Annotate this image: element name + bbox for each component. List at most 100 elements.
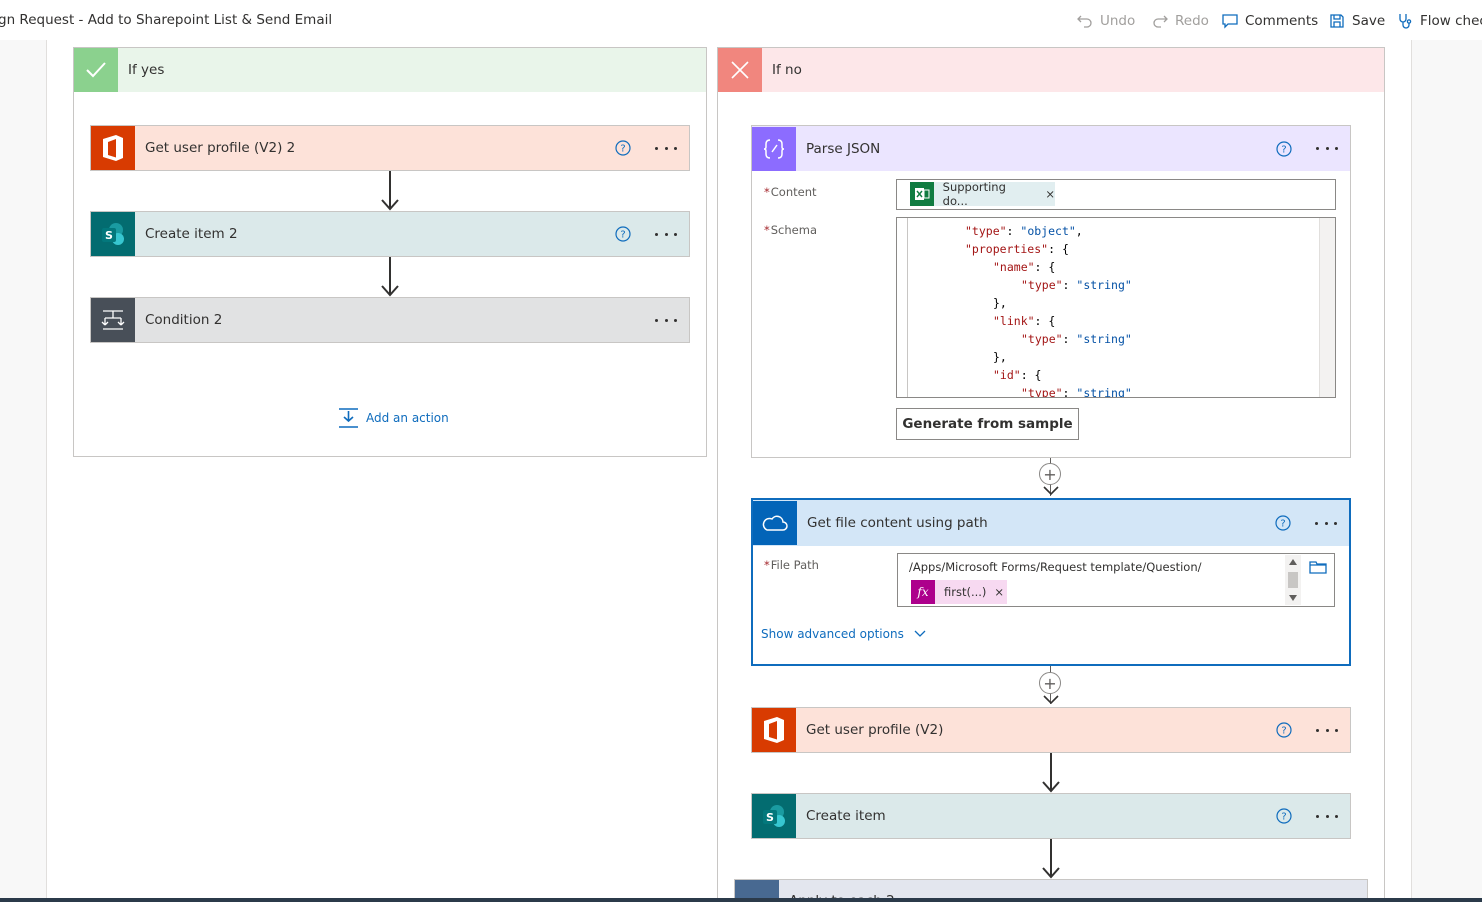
- schema-line: "id": {: [993, 368, 1042, 382]
- expression-token[interactable]: fx first(...) ×: [911, 580, 1007, 604]
- redo-button[interactable]: Redo: [1151, 11, 1209, 31]
- undo-icon: [1077, 15, 1092, 28]
- action-title: Condition 2: [145, 312, 223, 328]
- svg-text:?: ?: [1281, 726, 1286, 737]
- help-icon[interactable]: ?: [1276, 808, 1292, 824]
- schema-editor[interactable]: "type": "object", "properties": { "name": …: [896, 217, 1336, 398]
- save-button[interactable]: Save: [1328, 11, 1385, 31]
- action-title: Create item: [806, 808, 886, 824]
- sharepoint-icon: S: [752, 794, 796, 838]
- add-action-button[interactable]: Add an action: [338, 407, 449, 429]
- show-advanced-label: Show advanced options: [761, 627, 904, 641]
- schema-line: "properties": {: [965, 242, 1069, 256]
- content-label: *Content: [764, 185, 817, 199]
- excel-icon: [910, 182, 934, 206]
- more-options-icon[interactable]: [655, 140, 677, 156]
- insert-step-icon[interactable]: +: [1039, 463, 1061, 485]
- file-path-value: /Apps/Microsoft Forms/Request template/Q…: [909, 560, 1202, 574]
- help-icon[interactable]: ?: [1275, 515, 1291, 531]
- file-path-input[interactable]: /Apps/Microsoft Forms/Request template/Q…: [897, 553, 1335, 607]
- connector-arrow: [381, 171, 399, 211]
- condition-icon: [91, 298, 135, 342]
- redo-icon: [1153, 15, 1168, 28]
- action-condition-2[interactable]: Condition 2: [90, 297, 690, 343]
- arrow-down-icon: [1043, 695, 1059, 705]
- arrow-down-icon: [1043, 486, 1059, 496]
- schema-line: "type": "string": [1021, 278, 1132, 292]
- connector-arrow: [381, 257, 399, 297]
- more-options-icon[interactable]: [1316, 808, 1338, 824]
- action-get-user-profile[interactable]: Get user profile (V2) ?: [751, 707, 1351, 753]
- expression-token-label: first(...): [944, 585, 987, 599]
- schema-line: },: [993, 350, 1007, 364]
- action-title: Create item 2: [145, 226, 238, 242]
- more-options-icon[interactable]: [1315, 515, 1337, 531]
- add-action-icon: [339, 408, 358, 428]
- onedrive-icon: [753, 501, 797, 545]
- show-advanced-options[interactable]: Show advanced options: [761, 627, 926, 641]
- scroll-up-icon[interactable]: [1289, 559, 1297, 565]
- save-label: Save: [1352, 13, 1386, 29]
- chevron-down-icon: [914, 630, 926, 637]
- action-title: Get file content using path: [807, 515, 988, 531]
- help-icon[interactable]: ?: [615, 226, 631, 242]
- schema-scrollbar[interactable]: [1319, 218, 1335, 397]
- flow-title: gn Request - Add to Sharepoint List & Se…: [0, 12, 333, 28]
- top-bar: gn Request - Add to Sharepoint List & Se…: [0, 0, 1482, 40]
- svg-text:?: ?: [1281, 812, 1286, 823]
- content-token-label: Supporting do...: [942, 180, 1006, 208]
- svg-text:S: S: [766, 811, 774, 824]
- undo-label: Undo: [1100, 13, 1136, 29]
- more-options-icon[interactable]: [1316, 141, 1338, 157]
- more-options-icon[interactable]: [655, 226, 677, 242]
- schema-label: *Schema: [764, 223, 817, 237]
- remove-token-icon[interactable]: ×: [994, 585, 1004, 599]
- generate-button-label: Generate from sample: [902, 416, 1073, 432]
- action-create-item-2[interactable]: S Create item 2 ?: [90, 211, 690, 257]
- schema-line: "type": "string": [1021, 332, 1132, 346]
- folder-picker-icon[interactable]: [1309, 560, 1327, 574]
- undo-button[interactable]: Undo: [1076, 11, 1135, 31]
- office-icon: [91, 126, 135, 170]
- action-parse-json[interactable]: Parse JSON ?: [751, 125, 1351, 171]
- comment-icon: [1222, 14, 1238, 29]
- schema-line: "name": {: [993, 260, 1056, 274]
- comments-label: Comments: [1245, 13, 1319, 29]
- if-yes-label: If yes: [128, 62, 165, 78]
- redo-label: Redo: [1175, 13, 1209, 29]
- sharepoint-icon: S: [91, 212, 135, 256]
- action-get-user-profile-2[interactable]: Get user profile (V2) 2 ?: [90, 125, 690, 171]
- svg-text:?: ?: [1280, 519, 1285, 530]
- stethoscope-icon: [1399, 14, 1412, 29]
- scroll-down-icon[interactable]: [1289, 595, 1297, 601]
- fx-icon: fx: [911, 580, 935, 604]
- comments-button[interactable]: Comments: [1221, 11, 1318, 31]
- connector-arrow: [1042, 839, 1060, 879]
- help-icon[interactable]: ?: [615, 140, 631, 156]
- bottom-edge: [0, 898, 1482, 902]
- schema-line: "link": {: [993, 314, 1056, 328]
- if-no-label: If no: [772, 62, 802, 78]
- content-token[interactable]: Supporting do... ×: [910, 180, 1055, 208]
- flow-checker-label: Flow chec: [1420, 13, 1482, 29]
- save-icon: [1330, 14, 1344, 28]
- help-icon[interactable]: ?: [1276, 140, 1292, 157]
- help-icon[interactable]: ?: [1276, 722, 1292, 738]
- action-title: Get user profile (V2) 2: [145, 140, 296, 156]
- checkmark-icon: [74, 48, 118, 92]
- if-yes-header[interactable]: If yes: [74, 48, 706, 92]
- action-title: Parse JSON: [806, 140, 881, 157]
- generate-from-sample-button[interactable]: Generate from sample: [896, 408, 1079, 440]
- action-get-file-content[interactable]: Get file content using path ?: [753, 500, 1349, 546]
- more-options-icon[interactable]: [1316, 722, 1338, 738]
- connector-arrow: [1042, 753, 1060, 793]
- flow-checker-button[interactable]: Flow chec: [1396, 11, 1482, 31]
- schema-line: "type": "object",: [965, 224, 1083, 238]
- action-create-item[interactable]: S Create item ?: [751, 793, 1351, 839]
- insert-step-icon[interactable]: +: [1039, 672, 1061, 694]
- if-no-header[interactable]: If no: [718, 48, 1384, 92]
- file-path-scrollbar[interactable]: [1285, 555, 1301, 605]
- more-options-icon[interactable]: [655, 312, 677, 328]
- remove-token-icon[interactable]: ×: [1045, 187, 1055, 201]
- add-action-label: Add an action: [366, 411, 449, 425]
